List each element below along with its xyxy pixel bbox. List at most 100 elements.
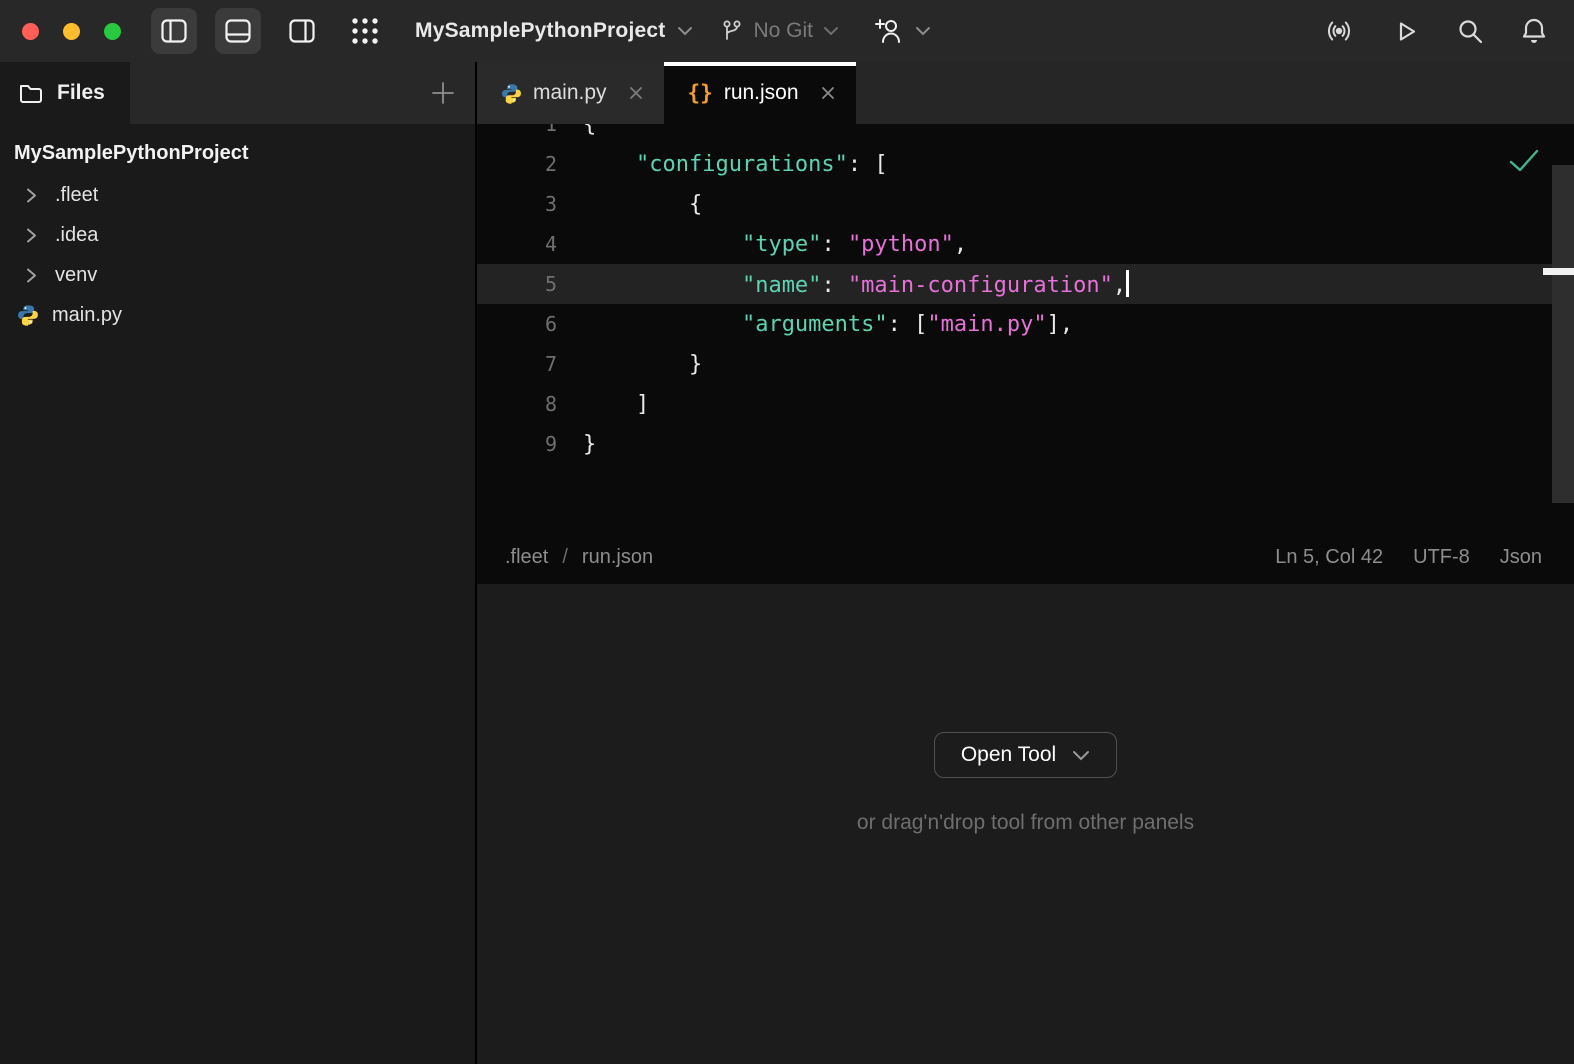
window-close-button[interactable] [22, 23, 39, 40]
titlebar-actions [1324, 16, 1574, 46]
tab-run-json[interactable]: {} run.json [664, 62, 856, 124]
files-panel: Files MySamplePythonProject .fleet [0, 62, 477, 1064]
chevron-down-icon [1072, 750, 1090, 761]
code-line-3: 3 { [477, 184, 1574, 224]
breadcrumb-separator: / [562, 546, 568, 569]
close-tab-icon[interactable] [628, 85, 644, 101]
line-number: 1 [477, 124, 573, 136]
panel-toggle-group [151, 8, 325, 54]
titlebar: MySamplePythonProject No Git [0, 0, 1574, 62]
folder-icon [18, 81, 44, 105]
plus-icon [429, 79, 457, 107]
chevron-down-icon [677, 26, 693, 36]
json-braces-icon: {} [688, 81, 713, 105]
code-line-9: 9 } [477, 424, 1574, 464]
editor-scrollbar[interactable] [1552, 165, 1574, 503]
run-button[interactable] [1390, 16, 1420, 46]
tree-item-label: .idea [55, 224, 98, 247]
play-icon [1390, 16, 1420, 46]
code-line-6: 6 "arguments": ["main.py"], [477, 304, 1574, 344]
project-switcher[interactable]: MySamplePythonProject [415, 19, 693, 43]
tab-files[interactable]: Files [0, 62, 130, 124]
no-problems-check-icon[interactable] [1508, 148, 1540, 174]
new-file-button[interactable] [429, 79, 457, 107]
toggle-left-panel-button[interactable] [151, 8, 197, 54]
tree-item-label: .fleet [55, 184, 98, 207]
line-number: 3 [477, 192, 573, 216]
line-number: 4 [477, 232, 573, 256]
files-panel-tabstrip: Files [0, 62, 475, 124]
toggle-right-panel-button[interactable] [279, 8, 325, 54]
python-file-icon [17, 304, 39, 326]
chevron-right-icon [24, 267, 39, 284]
tools-panel: Open Tool or drag'n'drop tool from other… [477, 583, 1574, 1064]
left-panel-icon [160, 18, 188, 44]
tree-item-main-py[interactable]: main.py [0, 295, 475, 335]
editor-area: main.py {} run.json 1 { [477, 62, 1574, 1064]
chevron-right-icon [24, 227, 39, 244]
code-editor[interactable]: 1 { 2 "configurations": [ 3 { 4 [477, 124, 1574, 532]
editor-statusbar: .fleet / run.json Ln 5, Col 42 UTF-8 Jso… [477, 532, 1574, 583]
files-tab-label: Files [57, 81, 105, 105]
python-file-icon [501, 83, 522, 104]
fleet-window: MySamplePythonProject No Git [0, 0, 1574, 1064]
git-status-label: No Git [753, 19, 813, 43]
caret-position-widget[interactable]: Ln 5, Col 42 [1275, 546, 1383, 569]
tree-item-fleet[interactable]: .fleet [0, 175, 475, 215]
toggle-bottom-panel-button[interactable] [215, 8, 261, 54]
tree-item-idea[interactable]: .idea [0, 215, 475, 255]
line-number: 2 [477, 152, 573, 176]
open-tool-button[interactable]: Open Tool [934, 732, 1117, 778]
open-tool-label: Open Tool [961, 743, 1056, 767]
chevron-right-icon [24, 187, 39, 204]
notifications-button[interactable] [1520, 16, 1548, 46]
right-panel-icon [288, 18, 316, 44]
git-widget[interactable]: No Git [721, 19, 839, 43]
line-number: 7 [477, 352, 573, 376]
window-controls [0, 23, 121, 40]
breadcrumb: .fleet / run.json [505, 546, 653, 569]
project-name: MySamplePythonProject [415, 19, 665, 43]
breadcrumb-file[interactable]: run.json [582, 546, 653, 569]
line-number: 6 [477, 312, 573, 336]
language-widget[interactable]: Json [1500, 546, 1542, 569]
code-line-5-current: 5 "name": "main-configuration", [477, 264, 1574, 304]
broadcast-button[interactable] [1324, 17, 1354, 45]
app-grid-icon[interactable] [349, 15, 381, 47]
tools-panel-hint: or drag'n'drop tool from other panels [836, 808, 1216, 838]
code-line-1: 1 { [477, 124, 1574, 144]
search-icon [1456, 17, 1484, 45]
breadcrumb-folder[interactable]: .fleet [505, 546, 548, 569]
window-zoom-button[interactable] [104, 23, 121, 40]
git-branch-icon [721, 19, 743, 43]
tree-item-label: venv [55, 264, 97, 287]
caret-position-marker [1543, 268, 1574, 275]
chevron-down-icon [823, 26, 839, 36]
close-tab-icon[interactable] [820, 85, 836, 101]
encoding-widget[interactable]: UTF-8 [1413, 546, 1470, 569]
tree-root-project[interactable]: MySamplePythonProject [0, 142, 475, 175]
add-collaborator-icon [873, 17, 903, 45]
code-lines: 1 { 2 "configurations": [ 3 { 4 [477, 124, 1574, 464]
search-button[interactable] [1456, 17, 1484, 45]
code-line-7: 7 } [477, 344, 1574, 384]
collaboration-widget[interactable] [873, 17, 931, 45]
tab-label: main.py [533, 81, 607, 105]
bottom-panel-icon [224, 18, 252, 44]
text-cursor [1126, 270, 1129, 297]
bell-icon [1520, 16, 1548, 46]
grid-dots-icon [349, 15, 381, 47]
chevron-down-icon [915, 26, 931, 36]
statusbar-widgets: Ln 5, Col 42 UTF-8 Json [1275, 546, 1542, 569]
code-line-8: 8 ] [477, 384, 1574, 424]
tree-item-venv[interactable]: venv [0, 255, 475, 295]
code-line-2: 2 "configurations": [ [477, 144, 1574, 184]
tab-main-py[interactable]: main.py [477, 62, 664, 124]
file-tree: MySamplePythonProject .fleet .idea [0, 124, 475, 335]
window-minimize-button[interactable] [63, 23, 80, 40]
line-number: 9 [477, 432, 573, 456]
line-number: 8 [477, 392, 573, 416]
broadcast-icon [1324, 17, 1354, 45]
code-line-4: 4 "type": "python", [477, 224, 1574, 264]
tree-item-label: main.py [52, 304, 122, 327]
